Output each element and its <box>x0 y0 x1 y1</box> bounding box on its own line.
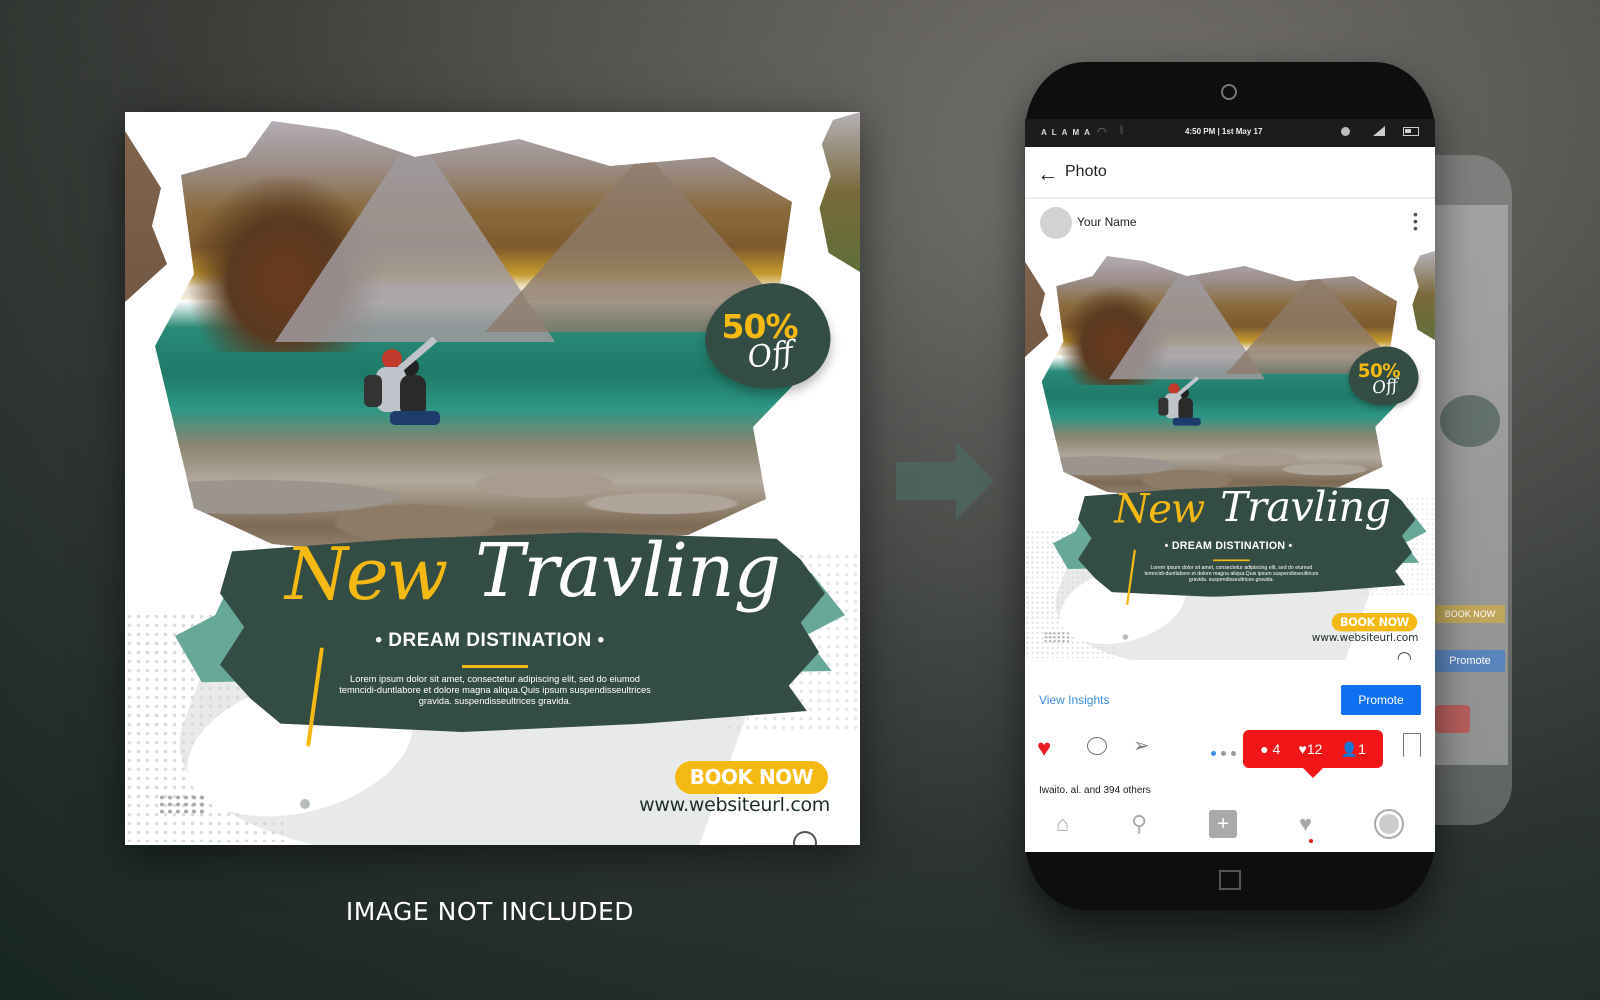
bookmark-icon[interactable] <box>1403 733 1421 757</box>
background-badge <box>1440 395 1500 447</box>
carousel-dots <box>1211 743 1241 761</box>
dot-grid <box>158 794 206 814</box>
follower-count: 👤1 <box>1340 740 1366 757</box>
background-promote: Promote <box>1435 650 1505 672</box>
headline-word-new: New <box>1114 485 1205 533</box>
likes-text[interactable]: Iwaito. al. and 394 others <box>1039 785 1151 796</box>
wifi-icon: ◠ <box>1097 126 1107 138</box>
battery-icon <box>1403 127 1419 136</box>
status-time: 4:50 PM | 1st May 17 <box>1185 127 1263 136</box>
image-not-included-caption: IMAGE NOT INCLUDED <box>345 897 635 926</box>
bottom-nav: ⌂ ⚲ + ♥ <box>1025 799 1435 849</box>
post-poster-copy: 50% Off New Travling • DREAM DISTINATION… <box>1025 251 1435 660</box>
headline-word-traveling: Travling <box>475 528 781 614</box>
home-button[interactable] <box>1219 870 1241 890</box>
ring-decoration <box>1397 652 1411 660</box>
body-text: Lorem ipsum dolor sit amet, consectetur … <box>339 674 651 706</box>
headline-word-traveling: Travling <box>1220 483 1391 532</box>
post-image-content: 50% Off New Travling • DREAM DISTINATION… <box>1025 251 1435 660</box>
home-icon[interactable]: ⌂ <box>1056 811 1069 837</box>
camera-icon <box>1221 84 1237 100</box>
bluetooth-icon: ᛒ <box>1119 125 1125 136</box>
send-icon[interactable]: ➢ <box>1133 733 1150 758</box>
alarm-icon <box>1341 127 1350 136</box>
top-bar: ← Photo <box>1025 147 1435 199</box>
view-insights-link[interactable]: View Insights <box>1039 693 1109 707</box>
book-now-button[interactable]: BOOK NOW <box>675 761 828 794</box>
background-book-now: BOOK NOW <box>1435 605 1505 623</box>
notification-dot <box>1309 839 1314 843</box>
carrier-name: ALAMA <box>1041 128 1095 137</box>
post-header: Your Name • • • <box>1025 199 1435 249</box>
dot-grid <box>1043 631 1071 643</box>
status-bar: ALAMA ◠ ᛒ 4:50 PM | 1st May 17 <box>1025 119 1435 147</box>
website-url[interactable]: www.websiteurl.com <box>630 794 830 816</box>
activity-notification: ● 4 ♥12 👤1 <box>1243 730 1383 778</box>
grey-dot <box>1122 634 1129 640</box>
post-actions: View Insights Promote ♥ ➢ ● 4 ♥12 👤1 Iwa… <box>1025 677 1435 852</box>
post-image[interactable]: 50% Off New Travling • DREAM DISTINATION… <box>1025 251 1435 677</box>
divider <box>462 665 528 668</box>
subtitle: • DREAM DISTINATION • <box>375 630 605 651</box>
like-heart-icon[interactable]: ♥ <box>1037 735 1051 763</box>
comment-icon[interactable] <box>1087 737 1107 755</box>
ring-decoration <box>793 831 817 845</box>
body-text: Lorem ipsum dolor sit amet, consectetur … <box>1144 564 1319 583</box>
page-title: Photo <box>1065 163 1107 180</box>
discount-label: Off <box>1371 375 1400 399</box>
search-icon[interactable]: ⚲ <box>1131 811 1147 837</box>
website-url[interactable]: www.websiteurl.com <box>1307 631 1419 643</box>
signal-icon <box>1373 126 1385 136</box>
profile-icon[interactable] <box>1373 809 1404 839</box>
grey-dot <box>300 799 310 809</box>
phone-screen: ← Photo Your Name • • • 50% Off New Trav… <box>1025 147 1435 852</box>
heart-icon[interactable]: ♥ <box>1299 811 1314 843</box>
book-now-button[interactable]: BOOK NOW <box>1331 613 1418 632</box>
background-phone: BOOK NOW Promote <box>1430 155 1512 825</box>
phone-mockup: ALAMA ◠ ᛒ 4:50 PM | 1st May 17 ← Photo Y… <box>1025 62 1435 910</box>
add-icon[interactable]: + <box>1209 810 1238 838</box>
arrow-left-icon[interactable]: ← <box>1037 161 1059 187</box>
photo-fragment-left <box>1025 261 1049 357</box>
more-vertical-icon[interactable]: • • • <box>1413 207 1418 235</box>
couple-figure <box>1158 376 1201 426</box>
discount-label: Off <box>745 334 796 376</box>
couple-figure <box>364 337 440 425</box>
arrow-right-icon <box>896 442 994 520</box>
comment-count: ● 4 <box>1260 741 1281 757</box>
photo-fragment-right <box>1412 251 1435 341</box>
like-count: ♥12 <box>1298 741 1323 757</box>
photo-fragment-left <box>125 131 167 302</box>
background-notification <box>1435 705 1470 733</box>
promote-button[interactable]: Promote <box>1341 685 1421 715</box>
background-phone-screen <box>1430 205 1508 765</box>
photo-fragment-right <box>819 112 860 272</box>
username[interactable]: Your Name <box>1077 215 1137 229</box>
avatar[interactable] <box>1040 207 1072 239</box>
divider <box>1212 559 1250 562</box>
subtitle: • DREAM DISTINATION • <box>1164 539 1293 552</box>
travel-poster: 50% Off New Travling • DREAM DISTINATION… <box>125 112 860 845</box>
headline-word-new: New <box>285 532 448 616</box>
